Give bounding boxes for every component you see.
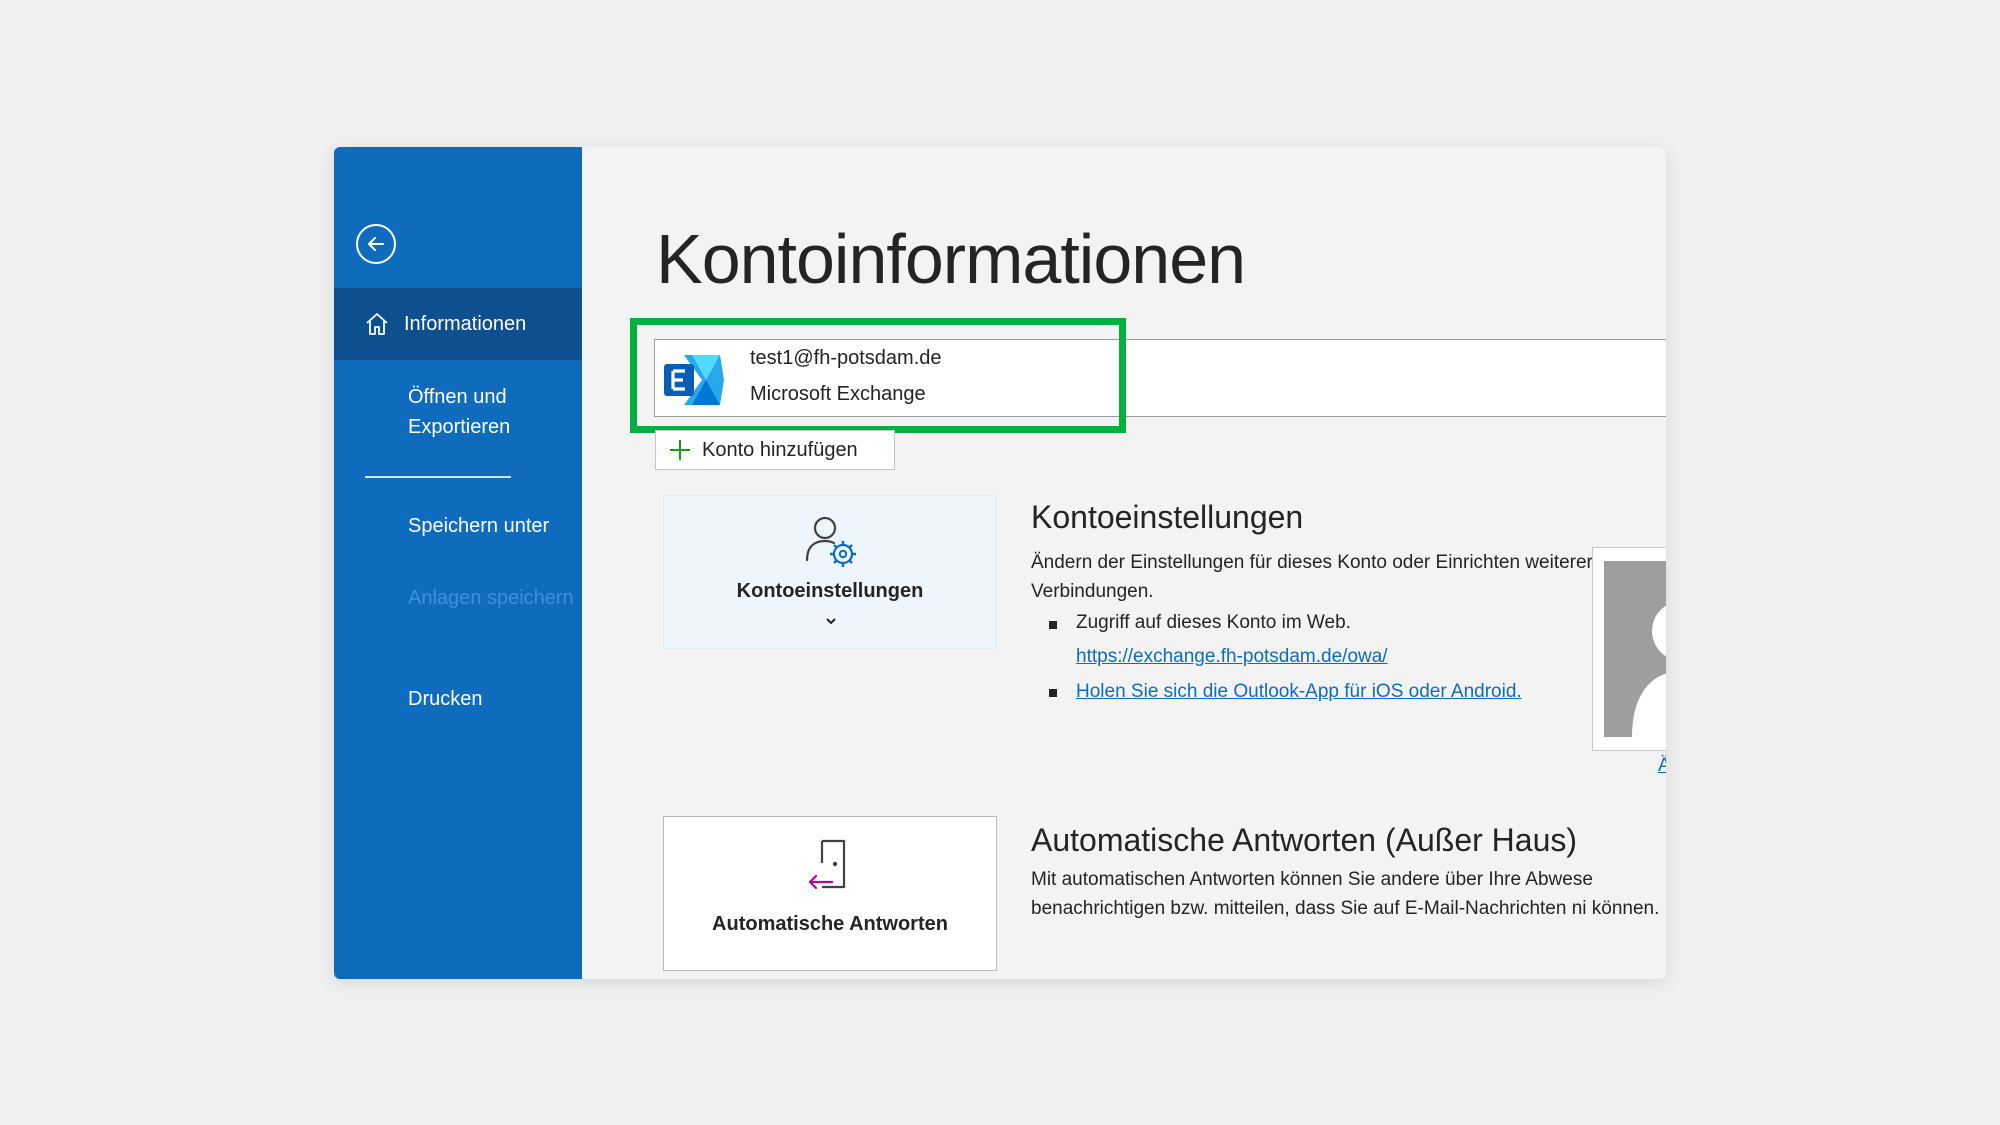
sidebar-item-oeffnen-exportieren[interactable]: Öffnen und Exportieren [408,382,578,442]
plus-icon [668,438,692,462]
bullet-marker [1049,689,1057,697]
sidebar-item-label: Drucken [408,688,483,710]
automatic-replies-title: Automatische Antworten (Außer Haus) [1031,822,1578,858]
sidebar-item-informationen[interactable]: Informationen [334,288,582,360]
person-gear-icon [805,516,856,567]
person-silhouette-icon [1632,605,1666,737]
page-title: Kontoinformationen [656,220,1246,298]
account-settings-title: Kontoeinstellungen [1031,499,1304,535]
account-settings-tile[interactable]: Kontoeinstellungen [663,495,997,649]
profile-picture[interactable] [1604,561,1666,737]
sidebar-item-label: Informationen [404,313,527,335]
arrow-left-icon [368,237,384,251]
sidebar-item-label: Öffnen und Exportieren [408,386,511,438]
backstage-sidebar: Informationen Öffnen und Exportieren Spe… [334,147,582,979]
automatic-replies-description: Mit automatischen Antworten können Sie a… [1031,869,1660,919]
account-email: test1@fh-potsdam.de [750,347,942,369]
account-settings-tile-label: Kontoeinstellungen [736,580,924,602]
automatic-replies-tile-label: Automatische Antworten [712,913,948,935]
chevron-down-icon [826,618,836,625]
outlook-backstage-window: Informationen Öffnen und Exportieren Spe… [334,147,1666,979]
sidebar-item-anlagen-speichern: Anlagen speichern [408,583,578,613]
automatic-replies-tile[interactable]: Automatische Antworten [663,816,997,971]
account-settings-description: Ändern der Einstellungen für dieses Kont… [1031,552,1593,602]
web-access-text: Zugriff auf dieses Konto im Web. [1076,612,1351,633]
account-type: Microsoft Exchange [750,383,926,405]
change-profile-link[interactable]: Ä [1658,755,1666,777]
sidebar-divider [365,476,511,478]
owa-link[interactable]: https://exchange.fh-potsdam.de/owa/ [1076,646,1388,668]
outlook-app-link[interactable]: Holen Sie sich die Outlook-App für iOS o… [1076,681,1522,703]
sidebar-item-speichern-unter[interactable]: Speichern unter [408,511,578,541]
sidebar-item-drucken[interactable]: Drucken [408,684,578,714]
home-icon [364,311,390,337]
sidebar-item-label: Speichern unter [408,515,550,537]
add-account-label: Konto hinzufügen [702,438,858,461]
sidebar-item-label: Anlagen speichern [408,587,574,609]
exchange-icon [664,355,724,405]
add-account-button[interactable]: Konto hinzufügen [655,430,895,470]
back-button[interactable] [356,224,396,264]
door-arrow-icon [808,839,846,890]
backstage-main: Kontoinformationen test1@fh-potsdam.de M… [582,147,1666,979]
bullet-marker [1049,621,1057,629]
